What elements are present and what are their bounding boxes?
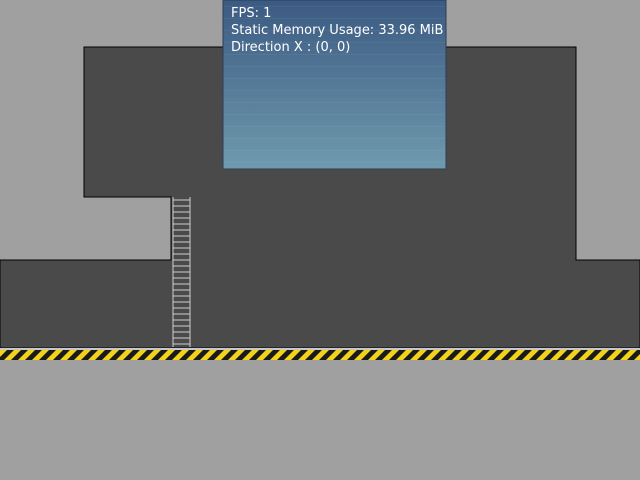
overlay-scanline	[224, 66, 445, 67]
memory-readout: Static Memory Usage: 33.96 MiB	[231, 23, 444, 38]
direction-readout: Direction X : (0, 0)	[231, 40, 351, 55]
overlay-scanline	[224, 78, 445, 79]
hazard-stripe-floor	[0, 350, 640, 360]
overlay-scanline	[224, 162, 445, 163]
overlay-scanline	[224, 138, 445, 139]
overlay-scanline	[224, 102, 445, 103]
overlay-scanline	[224, 126, 445, 127]
floor-edge	[0, 348, 640, 350]
overlay-scanline	[224, 90, 445, 91]
game-scene	[0, 0, 640, 480]
ground	[0, 360, 640, 480]
overlay-scanline	[224, 114, 445, 115]
overlay-scanline	[224, 150, 445, 151]
fps-readout: FPS: 1	[231, 6, 272, 21]
